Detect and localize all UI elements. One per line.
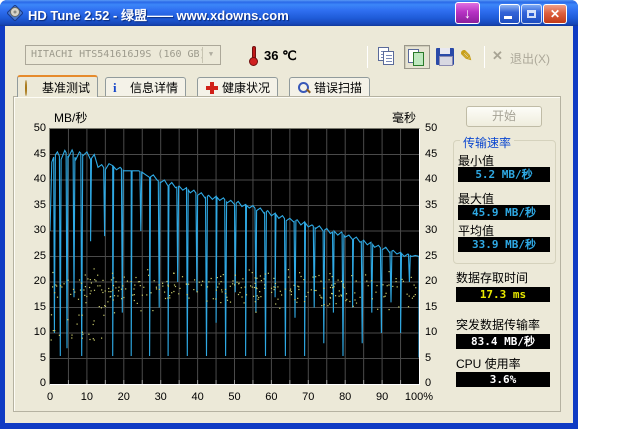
x-axis-tick: 50 [228,391,241,403]
x-axis-tick: 0 [46,391,54,403]
max-value-display: 45.9 MB/秒 [458,205,550,220]
x-axis-tick: 40 [191,391,204,403]
y-axis-left-tick: 0 [39,377,46,389]
exit-button[interactable]: 退出(X) [510,50,550,67]
tab-label: 信息详情 [130,81,179,95]
y-axis-right-tick: 10 [425,326,438,338]
thermometer-icon [248,46,260,66]
drive-select[interactable]: HITACHI HTS541616J9S (160 GB) ▼ [25,45,221,65]
y-axis-left-tick: 40 [33,173,46,185]
options-button[interactable]: ✎ [458,45,482,69]
tab-label: 健康状况 [222,81,271,95]
health-cross-icon [205,81,218,94]
brush-icon: ✎ [460,48,473,65]
chevron-down-icon[interactable]: ▼ [202,47,219,63]
cpu-usage-label: CPU 使用率 [456,357,521,371]
y-axis-left-tick: 20 [33,275,46,287]
app-icon [7,5,23,21]
close-button[interactable]: ✕ [543,4,567,24]
magnifier-icon [297,81,310,94]
tab-error-scan[interactable]: 错误扫描 [289,77,371,97]
avg-value-display: 33.9 MB/秒 [458,237,550,252]
right-axis-title: 毫秒 [392,111,417,125]
x-axis-tick: 10 [80,391,94,403]
benchmark-panel: MB/秒 毫秒 50 45 40 35 30 25 20 15 10 5 0 50 45 40 35 30 25… [13,96,561,412]
start-button[interactable]: 开始 [466,106,542,127]
exit-x-icon: ✕ [492,48,503,63]
info-icon: i [113,80,117,95]
tab-label: 错误扫描 [314,81,363,95]
x-axis-tick: 100% [404,391,434,403]
burst-rate-display: 83.4 MB/秒 [456,334,550,349]
download-button[interactable]: ↓ [455,2,480,24]
x-axis-tick: 80 [339,391,352,403]
y-axis-right-tick: 20 [425,275,438,287]
y-axis-right-tick: 35 [425,198,438,211]
y-axis-right-tick: 30 [425,224,438,236]
y-axis-left-tick: 35 [33,198,46,211]
y-axis-right-tick: 15 [425,300,438,313]
y-axis-left-tick: 30 [33,224,46,236]
titlebar[interactable]: HD Tune 2.52 - 绿盟—— www.xdowns.com ↓ ✕ [0,0,578,26]
burst-rate-label: 突发数据传输率 [456,318,541,332]
y-axis-left-tick: 25 [33,249,46,262]
y-axis-right-tick: 40 [425,173,438,185]
min-value-display: 5.2 MB/秒 [458,167,550,182]
toolbar-separator [484,46,485,68]
transfer-rate-group-title: 传输速率 [460,134,515,151]
maximize-button[interactable] [521,4,542,24]
window-title: HD Tune 2.52 - 绿盟—— www.xdowns.com [28,8,289,23]
y-axis-right-tick: 45 [425,147,438,160]
client-area: HITACHI HTS541616J9S (160 GB) ▼ 36 ℃ ✎ ✕… [5,26,573,423]
close-icon: ✕ [549,7,561,21]
y-axis-left-tick: 15 [33,300,46,313]
y-axis-right-tick: 50 [425,122,438,134]
access-time-display: 17.3 ms [456,287,550,302]
y-axis-right-tick: 25 [425,249,438,262]
y-axis-left-tick: 10 [33,326,46,338]
cpu-usage-display: 3.6% [456,372,550,387]
tab-label: 基准测试 [42,80,91,95]
toolbar-separator [367,46,368,68]
x-axis-tick: 20 [117,391,130,403]
save-button[interactable] [433,45,457,69]
left-axis-title: MB/秒 [54,111,88,125]
x-axis-tick: 60 [265,391,278,403]
minimize-icon [504,16,512,19]
tab-benchmark[interactable]: 基准测试 [17,75,99,97]
app-window: HD Tune 2.52 - 绿盟—— www.xdowns.com ↓ ✕ H… [0,0,578,429]
temperature-value: 36 ℃ [264,48,297,63]
x-axis-tick: 30 [154,391,167,403]
y-axis-left-tick: 50 [33,122,46,134]
x-axis-tick: 90 [375,391,389,403]
y-axis-left-tick: 45 [33,147,46,160]
access-time-label: 数据存取时间 [456,271,529,285]
copy-image-button[interactable] [404,45,430,69]
floppy-icon [436,48,454,66]
bulb-icon [25,79,38,96]
x-axis-tick: 70 [302,391,315,403]
down-arrow-icon: ↓ [464,5,471,21]
tab-info[interactable]: i 信息详情 [105,77,187,97]
drive-select-value: HITACHI HTS541616J9S (160 GB) [31,49,206,60]
tab-health[interactable]: 健康状况 [197,77,279,97]
benchmark-chart [49,129,420,384]
y-axis-right-tick: 5 [425,351,432,364]
maximize-icon [527,10,536,18]
plot-area [49,128,420,385]
y-axis-right-tick: 0 [425,377,432,389]
y-axis-left-tick: 5 [39,351,46,364]
copy-text-button[interactable] [376,45,400,69]
minimize-button[interactable] [499,4,520,24]
